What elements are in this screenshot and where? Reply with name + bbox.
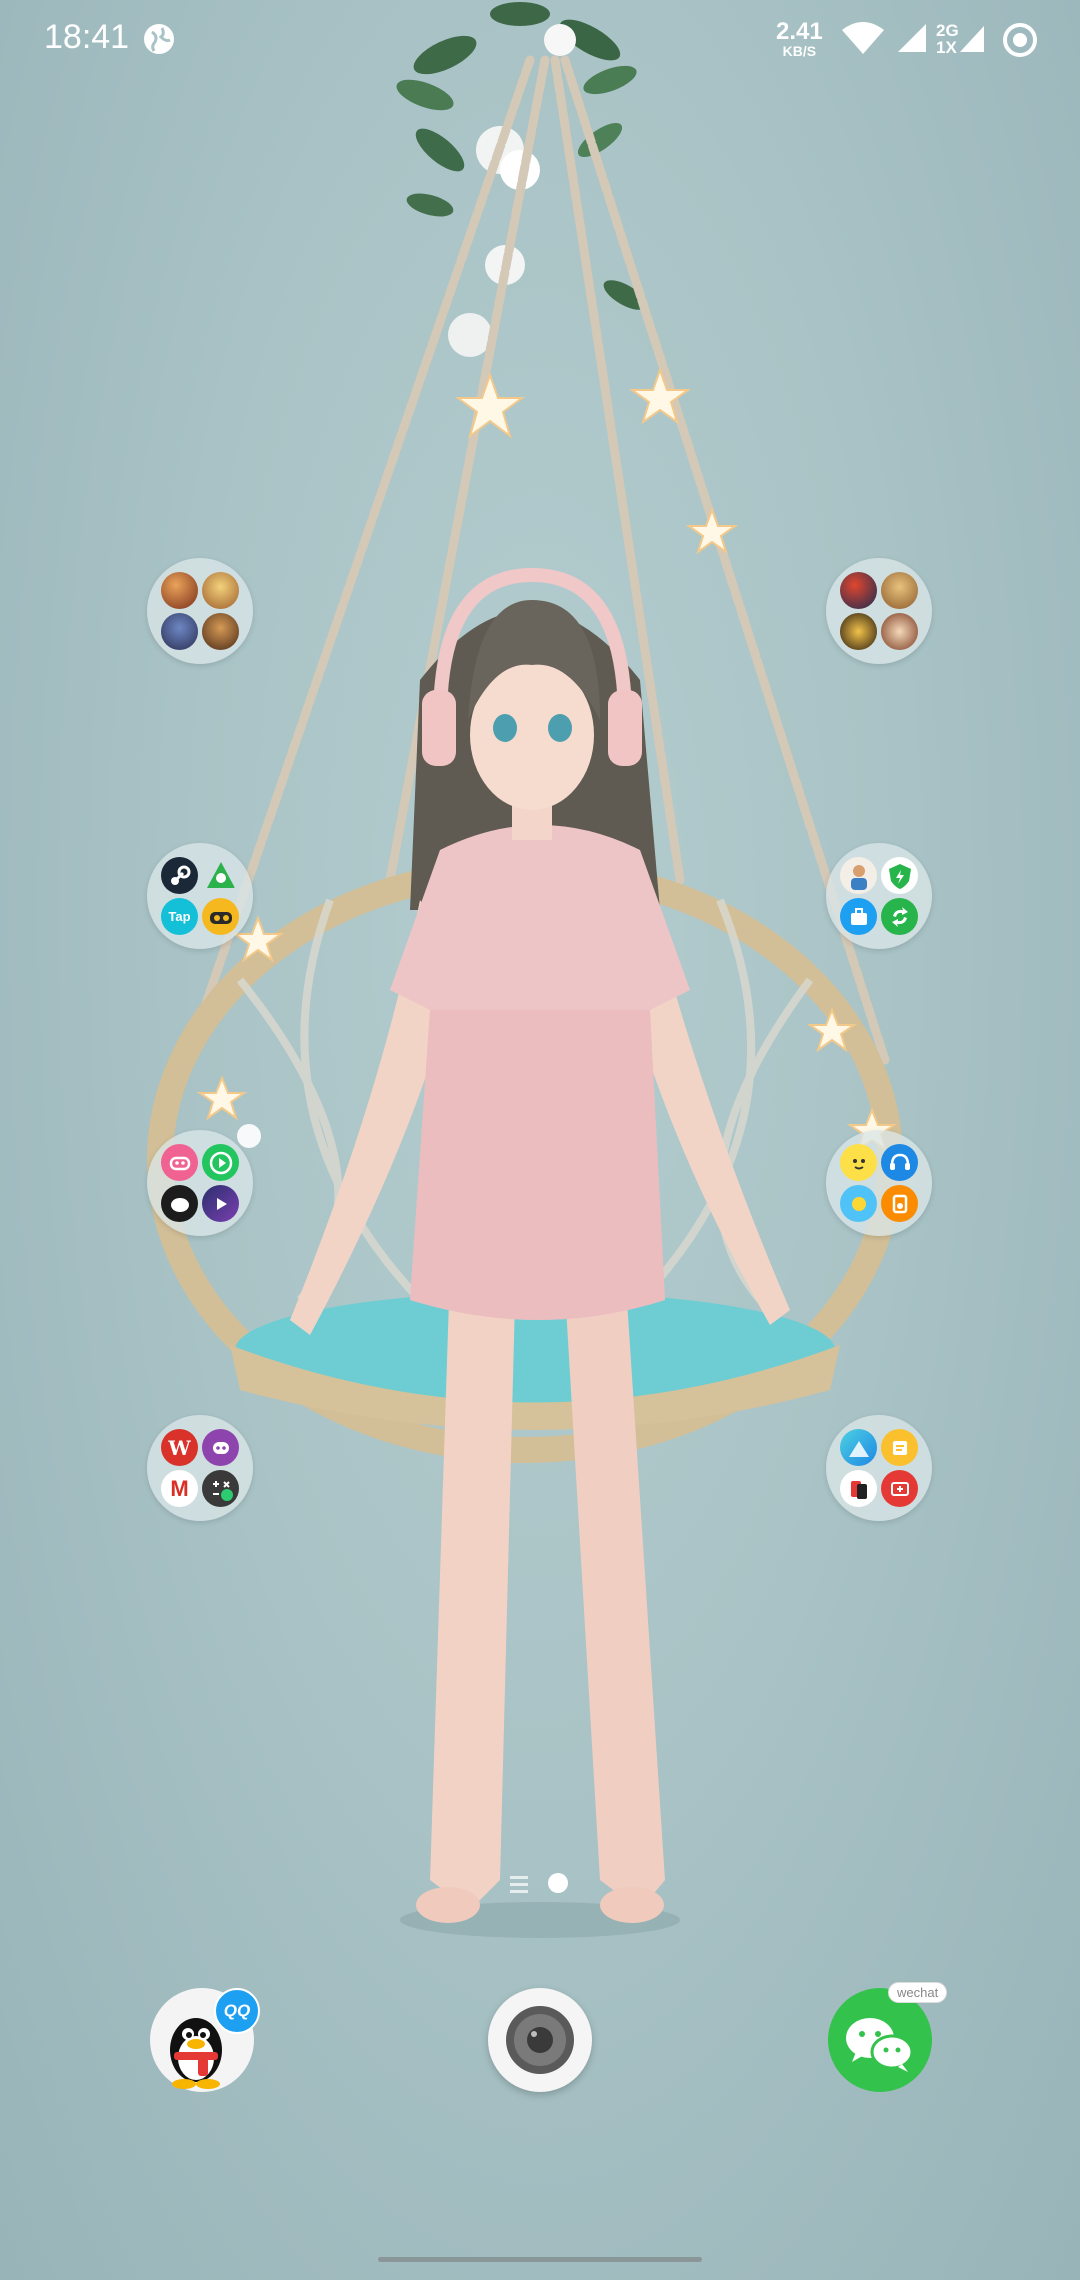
gesture-navigation-bar[interactable] — [378, 2257, 702, 2262]
page-dot-active — [548, 1873, 568, 1893]
headset-app-icon — [881, 1144, 918, 1181]
game-6-icon — [881, 572, 918, 609]
video-player-icon — [202, 1144, 239, 1181]
qq-badge: QQ — [214, 1988, 260, 2034]
status-time: 18:41 — [44, 18, 130, 56]
signal-2g-bottom: 1X — [936, 38, 957, 57]
network-speed-value: 2.41 — [776, 18, 823, 45]
assistant-app-icon — [202, 1429, 239, 1466]
sync-icon — [1003, 23, 1037, 57]
network-speed: 2.41 KB/S — [776, 18, 823, 59]
signal-icon — [898, 24, 926, 52]
folder-utilities[interactable] — [826, 1415, 932, 1521]
wechat-bubbles-icon — [846, 2018, 914, 2072]
folder-games-1[interactable] — [147, 558, 253, 664]
calculator-icon — [202, 1470, 239, 1507]
wechat-badge: wechat — [888, 1982, 948, 2003]
qq-badge-label: QQ — [223, 2001, 251, 2020]
folder-games-2[interactable] — [826, 558, 932, 664]
game-center-icon — [161, 1144, 198, 1181]
music-app-icon — [202, 1185, 239, 1222]
game-1-icon — [161, 572, 198, 609]
folder-assistants[interactable] — [826, 1130, 932, 1236]
folder-tools[interactable] — [826, 843, 932, 949]
speaker-app-icon — [881, 1185, 918, 1222]
game-2-icon — [202, 572, 239, 609]
folder-office[interactable]: W M — [147, 1415, 253, 1521]
network-speed-unit: KB/S — [782, 43, 817, 59]
sync-app-icon — [881, 898, 918, 935]
wechat-badge-label: wechat — [897, 1985, 939, 2000]
toolbox-app-icon — [840, 898, 877, 935]
taptap-label: Tap — [168, 909, 191, 924]
game-3-icon — [161, 613, 198, 650]
wps-label: W — [168, 1435, 191, 1460]
camera-app-icon[interactable] — [488, 1988, 592, 2092]
status-bar: 18:41 2.41 KB/S 2G 1X — [0, 0, 1080, 80]
signal-2g-top: 2G — [936, 21, 959, 40]
maps-app-icon — [840, 1429, 877, 1466]
emoji-app-icon — [840, 1144, 877, 1181]
gmail-label: M — [170, 1475, 189, 1501]
qq-app-icon[interactable]: QQ — [150, 1988, 260, 2092]
security-app-icon — [881, 857, 918, 894]
globe-icon — [144, 24, 174, 54]
oneplus-switch-icon — [881, 1470, 918, 1507]
camera-lens-icon — [506, 2006, 574, 2074]
game-4-icon — [202, 613, 239, 650]
game-8-icon — [881, 613, 918, 650]
weather-app-icon — [840, 1185, 877, 1222]
signal-2g-icon — [960, 26, 984, 52]
clone-app-icon — [840, 1470, 877, 1507]
play-games-icon — [202, 857, 239, 894]
character-figure — [290, 567, 790, 1923]
wechat-app-icon[interactable]: wechat — [828, 1982, 948, 2092]
notes-app-icon — [881, 1429, 918, 1466]
wallpaper-illustration — [147, 2, 903, 1938]
gmail-icon: M — [161, 1470, 198, 1507]
wps-office-icon: W — [161, 1429, 198, 1466]
taptap-icon: Tap — [161, 898, 198, 935]
folder-game-stores[interactable]: Tap — [147, 843, 253, 949]
wifi-icon — [842, 22, 884, 54]
chat-app-icon — [161, 1185, 198, 1222]
game-5-icon — [840, 572, 877, 609]
signal-2g-label: 2G 1X — [936, 22, 959, 56]
steam-icon — [161, 857, 198, 894]
page-indicator[interactable] — [510, 1870, 580, 1898]
game-box-icon — [202, 898, 239, 935]
avatar-app-icon — [840, 857, 877, 894]
drawer-indicator-icon — [510, 1876, 528, 1897]
folder-media[interactable] — [147, 1130, 253, 1236]
game-7-icon — [840, 613, 877, 650]
